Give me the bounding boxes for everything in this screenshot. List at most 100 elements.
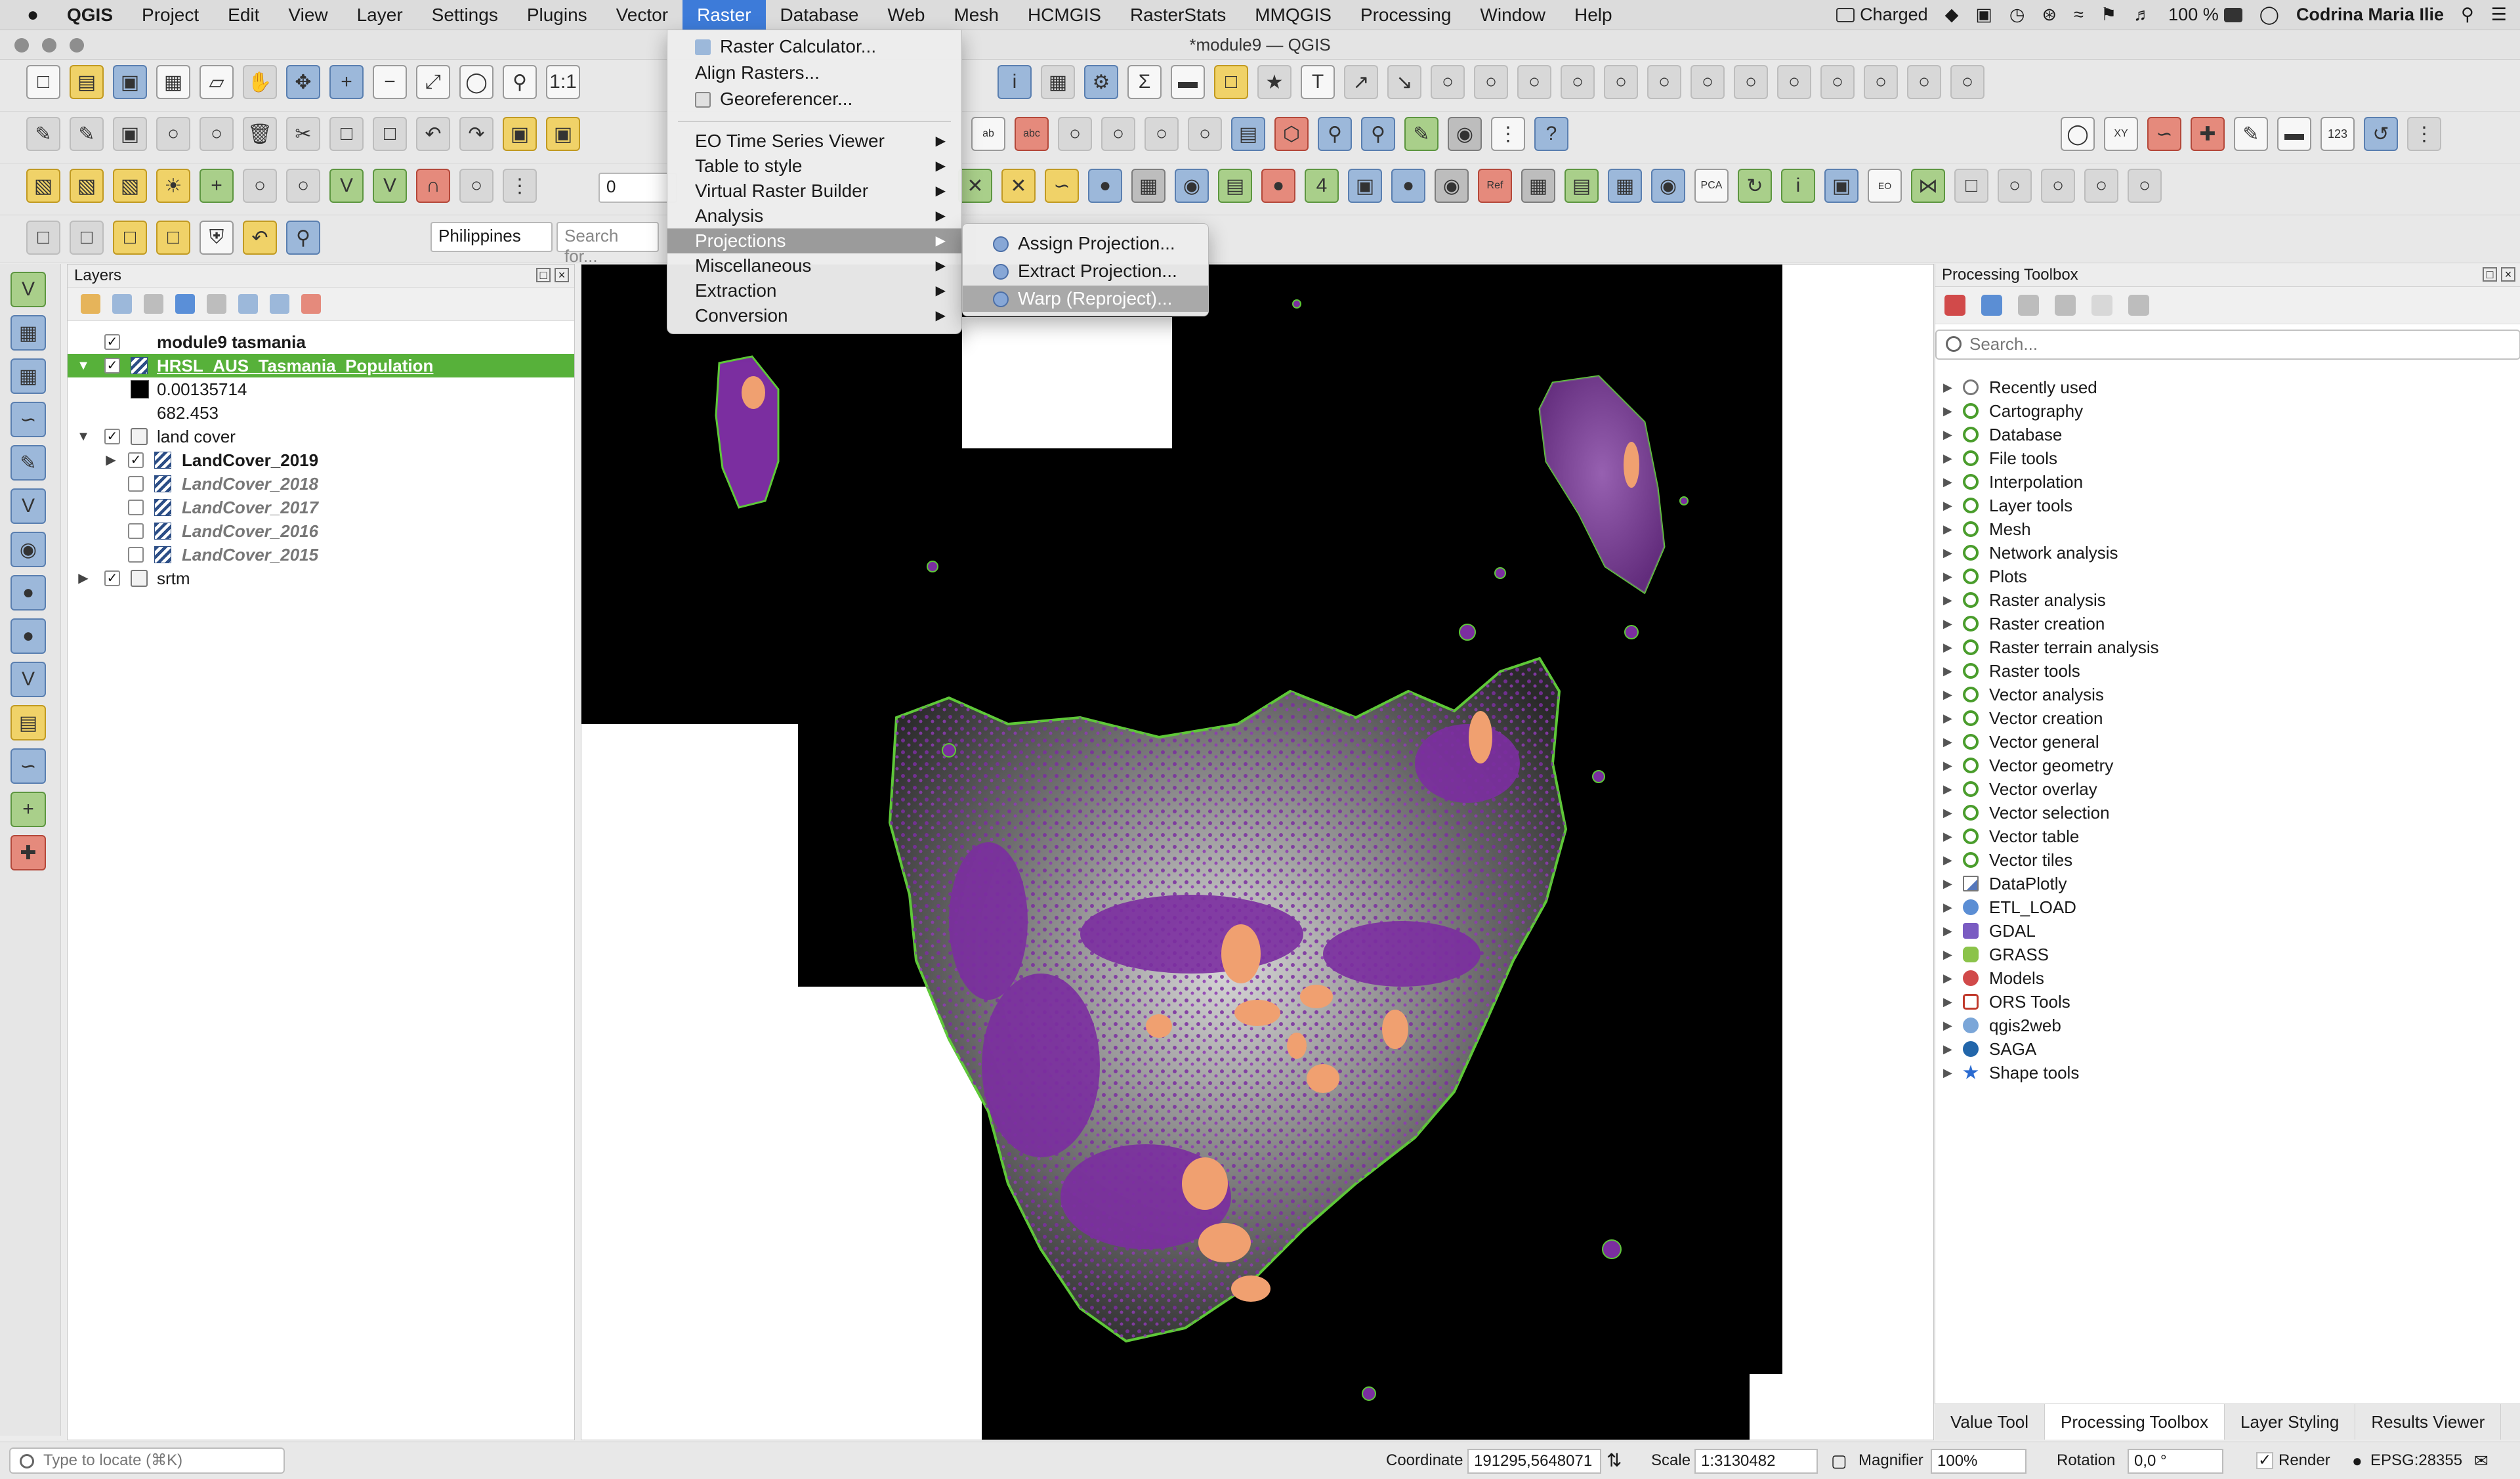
magnifier-field[interactable]: 100% (1931, 1449, 2026, 1474)
add-package-icon[interactable]: ▤ (10, 705, 46, 740)
expand-arrow-icon[interactable]: ▶ (1943, 730, 1952, 754)
layer-row-landcover-2017[interactable]: LandCover_2017 (68, 496, 574, 519)
expand-arrow-icon[interactable]: ▶ (1943, 848, 1952, 872)
ref-plugin-icon[interactable]: Ref (1478, 169, 1512, 203)
add-raster-icon[interactable]: ▦ (10, 315, 46, 351)
models-menu-icon[interactable] (1944, 295, 1965, 316)
zoom-out-icon[interactable]: − (373, 65, 407, 99)
menu-window[interactable]: Window (1465, 0, 1560, 30)
expand-arrow-icon[interactable]: ▶ (1943, 635, 1952, 659)
curve-tool-icon[interactable]: ∽ (2147, 117, 2181, 151)
digitize-icon-11[interactable]: ○ (1777, 65, 1811, 99)
menu-view[interactable]: View (274, 0, 342, 30)
zoom-layer-icon[interactable]: ⚲ (503, 65, 537, 99)
deselect-icon[interactable]: □ (113, 221, 147, 255)
expand-arrow-icon[interactable]: ▶ (1943, 612, 1952, 635)
menu-layer[interactable]: Layer (343, 0, 417, 30)
zoom-in-icon[interactable]: + (329, 65, 364, 99)
time-machine-icon[interactable]: ◷ (2009, 5, 2025, 25)
expand-arrow-icon[interactable]: ▶ (1943, 470, 1952, 494)
layer-row-landcover-2016[interactable]: LandCover_2016 (68, 519, 574, 543)
results-viewer-icon[interactable] (2055, 295, 2076, 316)
label-toolbar-icon[interactable]: ▣ (503, 117, 537, 151)
expand-arrow-icon[interactable]: ▶ (1943, 990, 1952, 1014)
expand-arrow-icon[interactable]: ▶ (1943, 872, 1952, 895)
layer-row-land-cover[interactable]: ▼ ✓ land cover (68, 425, 574, 448)
menu-hcmgis[interactable]: HCMGIS (1013, 0, 1116, 30)
expand-arrow-icon[interactable]: ▶ (1943, 1061, 1952, 1084)
expand-arrow-icon[interactable]: ▶ (1943, 801, 1952, 825)
red-plugin-icon[interactable]: ● (1261, 169, 1295, 203)
add-group-icon[interactable] (112, 294, 132, 314)
map-tips-icon[interactable]: □ (1214, 65, 1248, 99)
add-wms-icon[interactable]: ● (10, 575, 46, 611)
expand-arrow-icon[interactable]: ▶ (1943, 517, 1952, 541)
add-virtual-icon[interactable]: V (10, 488, 46, 524)
crs-globe-icon[interactable]: ● (2352, 1442, 2362, 1479)
paste-features-icon[interactable]: □ (373, 117, 407, 151)
help-icon[interactable]: ? (1534, 117, 1568, 151)
menu-settings[interactable]: Settings (417, 0, 513, 30)
style-manager-icon[interactable]: ▱ (200, 65, 234, 99)
toggle-editing-icon[interactable]: ✎ (70, 117, 104, 151)
butterfly-plugin-icon[interactable]: ⋈ (1911, 169, 1945, 203)
geocoder-search-input[interactable]: Search for... (556, 222, 659, 266)
crosshair-icon[interactable]: ✚ (10, 835, 46, 870)
menu-rasterstats[interactable]: RasterStats (1116, 0, 1240, 30)
menu-web[interactable]: Web (873, 0, 939, 30)
identify-icon[interactable]: i (998, 65, 1032, 99)
digitize-icon-12[interactable]: ○ (1820, 65, 1855, 99)
edit-in-place-icon[interactable] (2091, 295, 2112, 316)
bar-chart-icon-1[interactable]: ▧ (26, 169, 60, 203)
flag-icon[interactable]: ⚑ (2101, 5, 2116, 25)
earth-plugin-icon[interactable]: ● (1391, 169, 1425, 203)
tab-layer-styling[interactable]: Layer Styling (2225, 1404, 2356, 1440)
locator-plugin-icon[interactable]: ↶ (243, 221, 277, 255)
menu-mmqgis[interactable]: MMQGIS (1240, 0, 1346, 30)
expand-arrow-icon[interactable]: ▶ (1943, 895, 1952, 919)
filter-legend-icon[interactable] (175, 294, 195, 314)
panel-float-icon[interactable]: □ (536, 268, 551, 282)
expand-arrow-icon[interactable]: ▶ (1943, 777, 1952, 801)
zoom-native-icon[interactable]: 1:1 (546, 65, 580, 99)
digitize-icon-10[interactable]: ○ (1734, 65, 1768, 99)
layer-checkbox[interactable] (128, 547, 144, 563)
menu-item-raster-calculator[interactable]: Raster Calculator... (667, 34, 961, 59)
menu-item-table-to-style[interactable]: Table to style ▶ (667, 154, 961, 179)
layer-row-srtm[interactable]: ▶ ✓ srtm (68, 567, 574, 590)
dropbox-icon[interactable]: ◆ (1945, 5, 1959, 25)
cross-tool-icon[interactable]: ✚ (2191, 117, 2225, 151)
layer-checkbox[interactable] (128, 500, 144, 515)
layer-checkbox[interactable]: ✓ (104, 334, 120, 350)
expand-arrow-icon[interactable]: ▶ (1943, 659, 1952, 683)
redo-icon[interactable]: ↷ (459, 117, 494, 151)
panel-close-icon[interactable]: × (555, 268, 569, 282)
expand-all-icon[interactable] (238, 294, 258, 314)
binoculars-icon[interactable]: ◉ (1435, 169, 1469, 203)
save-edits-icon[interactable]: ▣ (113, 117, 147, 151)
new-project-icon[interactable]: □ (26, 65, 60, 99)
digitize-icon-13[interactable]: ○ (1864, 65, 1898, 99)
delete-selected-icon[interactable]: 🗑 (243, 117, 277, 151)
node-tool-icon[interactable]: ○ (243, 169, 277, 203)
add-wcs-icon[interactable]: ● (10, 618, 46, 654)
history-clock-icon[interactable] (2018, 295, 2039, 316)
digitize-icon-9[interactable]: ○ (1690, 65, 1725, 99)
menu-item-extraction[interactable]: Extraction ▶ (667, 278, 961, 303)
collapse-arrow-icon[interactable]: ▼ (77, 425, 90, 448)
trace-icon[interactable]: ∽ (1045, 169, 1079, 203)
expand-arrow-icon[interactable]: ▶ (1943, 966, 1952, 990)
label-move-icon[interactable]: ○ (1058, 117, 1092, 151)
digitize-icon-5[interactable]: ○ (1517, 65, 1551, 99)
expand-arrow-icon[interactable]: ▶ (1943, 541, 1952, 565)
text-annotation-icon[interactable]: T (1301, 65, 1335, 99)
copy-features-icon[interactable]: □ (329, 117, 364, 151)
sync-plugin-icon[interactable]: ↻ (1738, 169, 1772, 203)
add-gps-icon[interactable]: ✎ (10, 445, 46, 481)
menu-item-align-rasters[interactable]: Align Rasters... (667, 60, 961, 85)
snap-mode-icon[interactable]: ⋮ (503, 169, 537, 203)
collapse-all-icon[interactable] (270, 294, 289, 314)
expand-arrow-icon[interactable]: ▶ (1943, 446, 1952, 470)
bluetooth-icon[interactable]: ⊛ (2042, 5, 2057, 25)
new-bookmark-icon[interactable]: ★ (1257, 65, 1292, 99)
